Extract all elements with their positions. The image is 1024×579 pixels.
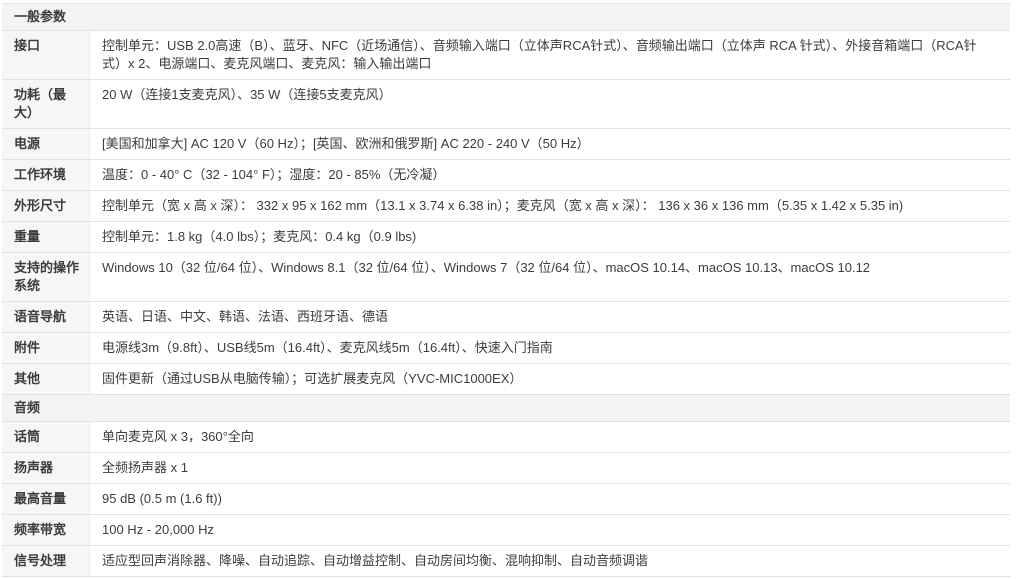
- row-value: 95 dB (0.5 m (1.6 ft)): [90, 484, 1010, 514]
- row-label: 频率带宽: [2, 515, 90, 545]
- row-label: 话筒: [2, 422, 90, 452]
- table-row: 重量 控制单元：1.8 kg（4.0 lbs）；麦克风：0.4 kg（0.9 l…: [2, 222, 1010, 253]
- section-header-row: 一般参数: [2, 4, 1010, 31]
- table-row: 外形尺寸 控制单元（宽 x 高 x 深）： 332 x 95 x 162 mm（…: [2, 191, 1010, 222]
- row-value: 20 W（连接1支麦克风）、35 W（连接5支麦克风）: [90, 80, 1010, 128]
- table-row: 最高音量 95 dB (0.5 m (1.6 ft)): [2, 484, 1010, 515]
- table-row: 工作环境 温度：0 - 40° C（32 - 104° F）；湿度：20 - 8…: [2, 160, 1010, 191]
- row-value: 电源线3m（9.8ft）、USB线5m（16.4ft）、麦克风线5m（16.4f…: [90, 333, 1010, 363]
- row-value: [美国和加拿大] AC 120 V（60 Hz）；[英国、欧洲和俄罗斯] AC …: [90, 129, 1010, 159]
- section-title: 音频: [14, 400, 40, 415]
- row-value: Windows 10（32 位/64 位）、Windows 8.1（32 位/6…: [90, 253, 1010, 301]
- table-row: 支持的操作系统 Windows 10（32 位/64 位）、Windows 8.…: [2, 253, 1010, 302]
- table-row: 接口 控制单元：USB 2.0高速（B）、蓝牙、NFC（近场通信）、音频输入端口…: [2, 31, 1010, 80]
- row-label: 电源: [2, 129, 90, 159]
- table-row: 其他 固件更新（通过USB从电脑传输）；可选扩展麦克风（YVC-MIC1000E…: [2, 364, 1010, 395]
- row-label: 重量: [2, 222, 90, 252]
- row-label: 其他: [2, 364, 90, 394]
- row-value: 控制单元：USB 2.0高速（B）、蓝牙、NFC（近场通信）、音频输入端口（立体…: [90, 31, 1010, 79]
- table-row: 话筒 单向麦克风 x 3，360°全向: [2, 422, 1010, 453]
- row-value: 温度：0 - 40° C（32 - 104° F）；湿度：20 - 85%（无冷…: [90, 160, 1010, 190]
- row-value: 适应型回声消除器、降噪、自动追踪、自动增益控制、自动房间均衡、混响抑制、自动音频…: [90, 546, 1010, 576]
- row-label: 接口: [2, 31, 90, 79]
- row-value: 控制单元（宽 x 高 x 深）： 332 x 95 x 162 mm（13.1 …: [90, 191, 1010, 221]
- spec-page: 一般参数 接口 控制单元：USB 2.0高速（B）、蓝牙、NFC（近场通信）、音…: [0, 3, 1024, 579]
- row-label: 附件: [2, 333, 90, 363]
- row-label: 信号处理: [2, 546, 90, 576]
- row-label: 支持的操作系统: [2, 253, 90, 301]
- row-value: 固件更新（通过USB从电脑传输）；可选扩展麦克风（YVC-MIC1000EX）: [90, 364, 1010, 394]
- table-row: 功耗（最大） 20 W（连接1支麦克风）、35 W（连接5支麦克风）: [2, 80, 1010, 129]
- spec-table: 一般参数 接口 控制单元：USB 2.0高速（B）、蓝牙、NFC（近场通信）、音…: [2, 3, 1010, 577]
- row-value: 英语、日语、中文、韩语、法语、西班牙语、德语: [90, 302, 1010, 332]
- table-row: 附件 电源线3m（9.8ft）、USB线5m（16.4ft）、麦克风线5m（16…: [2, 333, 1010, 364]
- table-row: 扬声器 全频扬声器 x 1: [2, 453, 1010, 484]
- row-value: 控制单元：1.8 kg（4.0 lbs）；麦克风：0.4 kg（0.9 lbs): [90, 222, 1010, 252]
- row-label: 工作环境: [2, 160, 90, 190]
- row-value: 全频扬声器 x 1: [90, 453, 1010, 483]
- table-row: 信号处理 适应型回声消除器、降噪、自动追踪、自动增益控制、自动房间均衡、混响抑制…: [2, 546, 1010, 577]
- row-value: 100 Hz - 20,000 Hz: [90, 515, 1010, 545]
- section-header-row: 音频: [2, 395, 1010, 422]
- row-label: 外形尺寸: [2, 191, 90, 221]
- table-row: 语音导航 英语、日语、中文、韩语、法语、西班牙语、德语: [2, 302, 1010, 333]
- row-label: 最高音量: [2, 484, 90, 514]
- row-label: 功耗（最大）: [2, 80, 90, 128]
- section-title: 一般参数: [14, 9, 66, 24]
- row-value: 单向麦克风 x 3，360°全向: [90, 422, 1010, 452]
- table-row: 电源 [美国和加拿大] AC 120 V（60 Hz）；[英国、欧洲和俄罗斯] …: [2, 129, 1010, 160]
- row-label: 语音导航: [2, 302, 90, 332]
- row-label: 扬声器: [2, 453, 90, 483]
- table-row: 频率带宽 100 Hz - 20,000 Hz: [2, 515, 1010, 546]
